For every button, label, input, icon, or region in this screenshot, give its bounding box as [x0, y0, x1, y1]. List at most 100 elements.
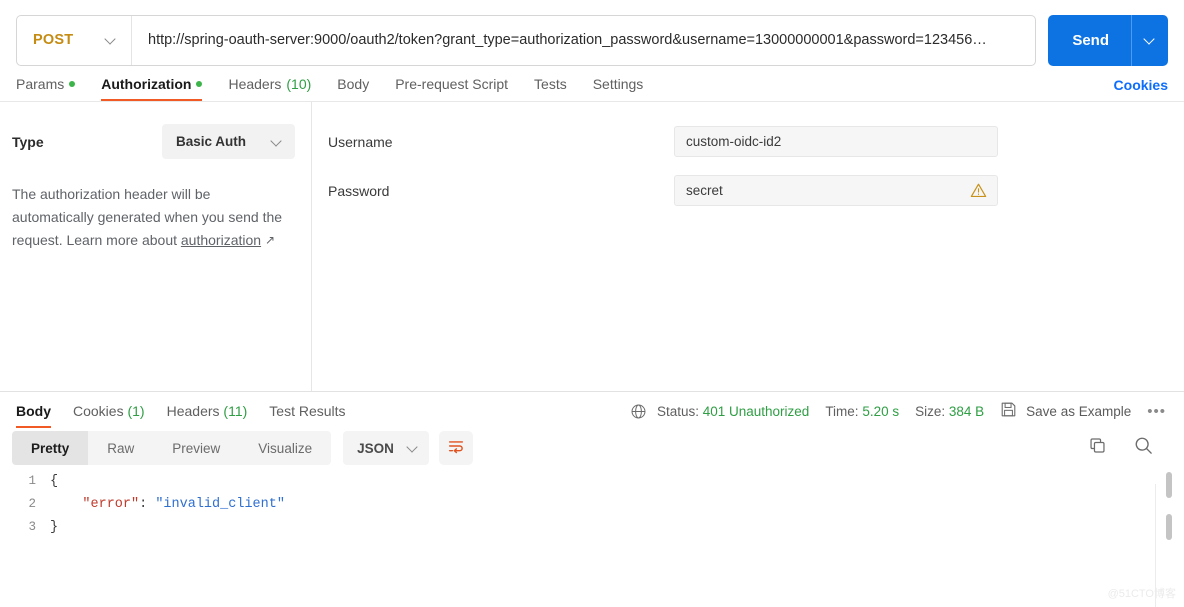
response-meta-bar: Status: 401 Unauthorized Time: 5.20 s Si… [630, 401, 1168, 421]
response-tab-body[interactable]: Body [16, 395, 51, 428]
copy-button[interactable] [1088, 436, 1107, 460]
username-label: Username [328, 133, 393, 150]
search-button[interactable] [1133, 435, 1154, 461]
tab-authorization-label: Authorization [101, 75, 192, 92]
external-link-icon: ↗ [264, 233, 276, 247]
response-tab-headers-label: Headers [166, 402, 220, 419]
response-view-switch: Pretty Raw Preview Visualize [12, 431, 332, 465]
username-value: custom-oidc-id2 [686, 134, 782, 149]
tab-tests[interactable]: Tests [534, 68, 567, 101]
status-item: Status: 401 Unauthorized [657, 404, 809, 419]
url-input-group: POST http://spring-oauth-server:9000/oau… [16, 14, 1037, 66]
save-as-example-button[interactable]: Save as Example [1000, 401, 1131, 421]
username-input[interactable]: custom-oidc-id2 [674, 126, 998, 157]
warning-triangle-icon [970, 182, 987, 199]
http-method-select[interactable]: POST [17, 15, 132, 65]
tab-headers[interactable]: Headers (10) [228, 68, 311, 101]
response-tool-actions [1088, 435, 1168, 461]
view-visualize[interactable]: Visualize [239, 431, 331, 465]
auth-type-label: Type [12, 133, 44, 150]
code-text: } [50, 520, 59, 535]
scrollbar-thumb-secondary[interactable] [1166, 514, 1172, 540]
send-button[interactable]: Send [1048, 14, 1168, 66]
code-text: "error": "invalid_client" [50, 497, 285, 512]
copy-icon [1088, 436, 1107, 460]
auth-help-text: The authorization header will be automat… [12, 183, 284, 253]
view-pretty[interactable]: Pretty [12, 431, 89, 465]
save-icon [1000, 401, 1017, 421]
tab-tests-label: Tests [534, 75, 567, 92]
view-preview[interactable]: Preview [153, 431, 239, 465]
scrollbar-thumb[interactable] [1166, 472, 1172, 498]
authorization-learn-more-link[interactable]: authorization [181, 232, 261, 248]
json-colon: : [139, 497, 156, 512]
size-label: Size: [915, 403, 946, 419]
view-raw[interactable]: Raw [88, 431, 153, 465]
send-options-button[interactable] [1132, 15, 1168, 66]
tab-body-label: Body [337, 75, 370, 92]
response-tab-headers[interactable]: Headers (11) [167, 395, 248, 428]
line-number: 2 [28, 497, 36, 511]
chevron-down-icon [1144, 34, 1156, 46]
password-row: Password secret [328, 175, 998, 206]
chevron-down-icon [407, 442, 419, 454]
line-number: 3 [28, 520, 36, 534]
authorization-pane: Type Basic Auth The authorization header… [0, 102, 1184, 392]
word-wrap-icon [447, 437, 465, 460]
postman-request-window: POST http://spring-oauth-server:9000/oau… [0, 0, 1184, 607]
auth-type-row: Type Basic Auth [12, 124, 295, 159]
time-item: Time: 5.20 s [825, 404, 899, 419]
response-format-select[interactable]: JSON [343, 431, 430, 465]
time-value: 5.20 s [862, 403, 900, 419]
tab-params-label: Params [16, 75, 65, 92]
code-line: 1 { [0, 474, 1184, 497]
tab-headers-count: (10) [286, 75, 312, 92]
response-format-value: JSON [357, 440, 394, 456]
size-item: Size: 384 B [915, 404, 984, 419]
auth-type-panel: Type Basic Auth The authorization header… [0, 102, 312, 391]
auth-type-select[interactable]: Basic Auth [162, 124, 295, 159]
globe-icon [630, 403, 647, 420]
auth-type-value: Basic Auth [176, 134, 247, 149]
response-body-viewer[interactable]: 1 { 2 "error": "invalid_client" 3 } [0, 466, 1184, 607]
response-tab-headers-count: (11) [223, 402, 248, 419]
save-as-example-label: Save as Example [1026, 403, 1132, 419]
response-more-options-button[interactable]: ••• [1145, 403, 1168, 420]
word-wrap-button[interactable] [439, 431, 474, 465]
auth-credentials-panel: Username custom-oidc-id2 Password secret [312, 102, 1184, 391]
tab-headers-label: Headers [228, 75, 282, 92]
username-row: Username custom-oidc-id2 [328, 126, 998, 157]
json-value: "invalid_client" [155, 497, 285, 512]
password-value: secret [686, 183, 723, 198]
url-input[interactable]: http://spring-oauth-server:9000/oauth2/t… [132, 32, 1035, 48]
url-bar: POST http://spring-oauth-server:9000/oau… [0, 0, 1184, 67]
http-method-label: POST [33, 32, 74, 48]
cookies-link[interactable]: Cookies [1114, 77, 1168, 101]
chevron-down-icon [105, 34, 117, 46]
response-tab-cookies[interactable]: Cookies (1) [73, 395, 145, 428]
response-tab-test-results[interactable]: Test Results [269, 395, 345, 428]
json-key: "error" [82, 497, 140, 512]
status-value: 401 Unauthorized [702, 403, 810, 419]
tab-pre-request-script[interactable]: Pre-request Script [395, 68, 508, 101]
request-tab-bar: Params Authorization Headers (10) Body P… [0, 67, 1184, 102]
tab-settings[interactable]: Settings [593, 68, 644, 101]
search-icon [1133, 435, 1154, 461]
unsaved-dot-icon [196, 80, 203, 87]
unsaved-dot-icon [69, 80, 76, 87]
time-label: Time: [825, 403, 859, 419]
tab-body[interactable]: Body [337, 68, 369, 101]
watermark: @51CTO博客 [1107, 588, 1176, 600]
chevron-down-icon [271, 136, 283, 148]
password-label: Password [328, 182, 390, 199]
tab-pre-request-script-label: Pre-request Script [395, 75, 509, 92]
response-tab-cookies-label: Cookies [73, 402, 124, 419]
password-input[interactable]: secret [674, 175, 998, 206]
tab-authorization[interactable]: Authorization [101, 68, 203, 101]
code-line: 2 "error": "invalid_client" [0, 497, 1184, 520]
code-line: 3 } [0, 520, 1184, 543]
send-button-label: Send [1072, 31, 1109, 49]
code-text: { [50, 474, 59, 489]
size-value: 384 B [948, 403, 985, 419]
tab-params[interactable]: Params [16, 68, 76, 101]
